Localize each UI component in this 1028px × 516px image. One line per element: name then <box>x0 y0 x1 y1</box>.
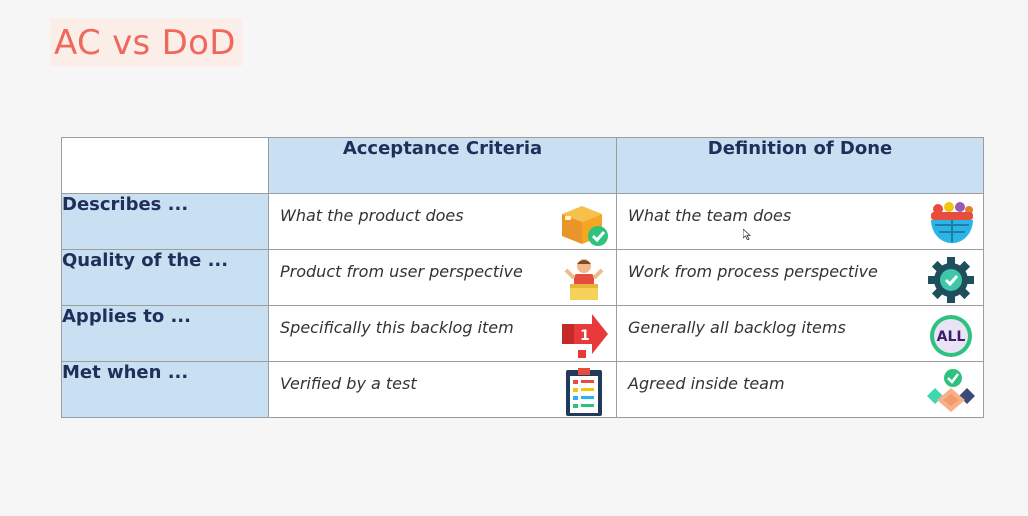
ac-text: What the product does <box>280 206 464 225</box>
ac-cell: What the product does <box>268 193 617 250</box>
ac-cell: Verified by a test <box>268 361 617 418</box>
table-row: Quality of the ... Product from user per… <box>61 249 984 306</box>
slide-title: AC vs DoD <box>54 23 236 63</box>
dod-cell: Agreed inside team <box>616 361 984 418</box>
all-badge-label: ALL <box>937 329 966 345</box>
ac-text: Product from user perspective <box>280 262 523 281</box>
arrow-one-icon: 1 <box>558 312 610 360</box>
handshake-check-icon <box>925 368 977 416</box>
mouse-cursor-icon <box>742 227 752 241</box>
row-label: Describes ... <box>61 193 269 250</box>
row-label: Met when ... <box>61 361 269 418</box>
header-acceptance-criteria: Acceptance Criteria <box>268 137 617 194</box>
checklist-icon <box>558 368 610 416</box>
comparison-table: Acceptance Criteria Definition of Done D… <box>61 137 984 418</box>
title-highlight: AC vs DoD <box>50 18 242 66</box>
dod-text: Work from process perspective <box>628 262 878 281</box>
row-label: Quality of the ... <box>61 249 269 306</box>
table-row: Applies to ... Specifically this backlog… <box>61 305 984 362</box>
ac-text: Verified by a test <box>280 374 417 393</box>
header-definition-of-done: Definition of Done <box>616 137 984 194</box>
dod-text: Generally all backlog items <box>628 318 846 337</box>
dod-cell: Work from process perspective <box>616 249 984 306</box>
arrow-one-label: 1 <box>580 328 590 344</box>
user-box-icon <box>558 256 610 304</box>
ac-cell: Specifically this backlog item 1 <box>268 305 617 362</box>
table-row: Met when ... Verified by a test Agreed i… <box>61 361 984 418</box>
row-label: Applies to ... <box>61 305 269 362</box>
dod-cell: What the team does <box>616 193 984 250</box>
gear-check-icon <box>925 256 977 304</box>
team-globe-icon <box>925 200 977 248</box>
package-check-icon <box>558 200 610 248</box>
ac-cell: Product from user perspective <box>268 249 617 306</box>
dod-cell: Generally all backlog items ALL <box>616 305 984 362</box>
all-badge-icon: ALL <box>925 312 977 360</box>
table-row: Describes ... What the product does What… <box>61 193 984 250</box>
corner-cell <box>61 137 269 194</box>
header-row: Acceptance Criteria Definition of Done <box>61 137 984 194</box>
dod-text: Agreed inside team <box>628 374 785 393</box>
dod-text: What the team does <box>628 206 792 225</box>
ac-text: Specifically this backlog item <box>280 318 514 337</box>
